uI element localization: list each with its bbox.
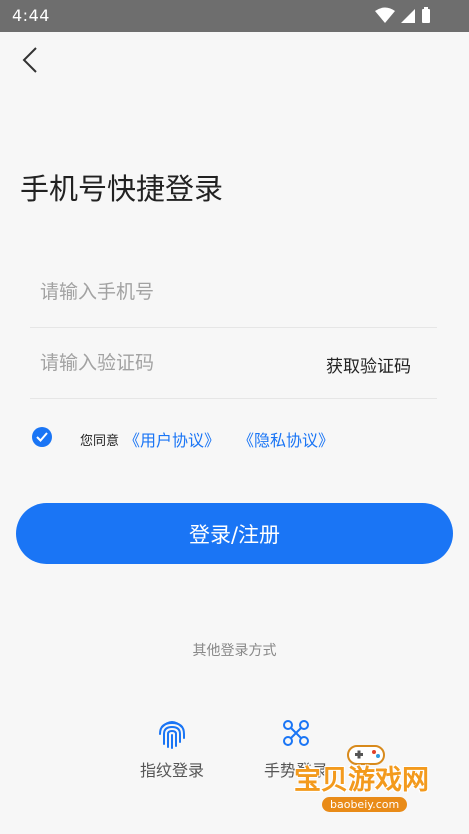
agreement-row: 您同意 《用户协议》 《隐私协议》: [32, 427, 432, 451]
chevron-left-icon: [22, 47, 37, 73]
user-agreement-link[interactable]: 《用户协议》: [124, 427, 220, 451]
fingerprint-login-label: 指纹登录: [139, 761, 204, 780]
login-register-button[interactable]: 登录/注册: [16, 503, 453, 564]
privacy-policy-link[interactable]: 《隐私协议》: [238, 427, 334, 451]
status-bar: 4:44: [0, 0, 469, 32]
code-input[interactable]: [30, 328, 310, 398]
signal-icon: [401, 9, 415, 23]
code-field-row: 获取验证码: [30, 328, 437, 399]
phone-field-row: [30, 257, 437, 328]
fingerprint-icon: [159, 721, 185, 749]
agreement-prefix: 您同意: [80, 434, 120, 449]
other-login-title: 其他登录方式: [192, 643, 277, 659]
watermark-brand: 宝贝游戏网: [294, 765, 429, 796]
status-icons: [375, 7, 430, 23]
fingerprint-login-option[interactable]: 指纹登录: [122, 716, 222, 781]
page-title: 手机号快捷登录: [20, 172, 224, 206]
get-code-button[interactable]: 获取验证码: [326, 352, 411, 377]
back-button[interactable]: [14, 44, 46, 76]
watermark-url: baobeiy.com: [322, 797, 408, 812]
phone-input[interactable]: [30, 257, 310, 327]
status-time: 4:44: [12, 6, 50, 25]
wifi-icon: [375, 7, 395, 23]
check-icon: [36, 432, 48, 442]
battery-icon: [422, 7, 430, 23]
watermark-logo: 宝贝游戏网 baobeiy.com: [292, 740, 442, 828]
agreement-checkbox[interactable]: [32, 427, 52, 447]
